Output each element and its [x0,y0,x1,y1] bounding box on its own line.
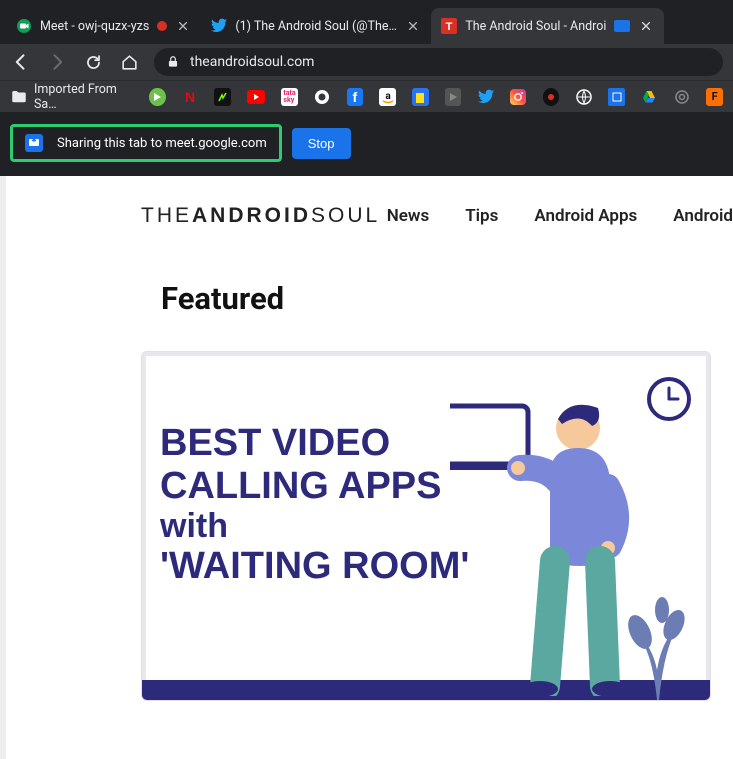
bookmark-drive-icon[interactable] [641,88,658,106]
close-icon[interactable] [175,18,191,34]
bookmark-icon-18[interactable]: F [706,88,723,106]
card-line: with [160,507,480,545]
bookmark-youtube-icon[interactable] [247,88,265,106]
share-notice-text: Sharing this tab to meet.google.com [57,136,267,151]
bookmark-icon-15[interactable] [608,88,625,106]
card-headline: BEST VIDEO CALLING APPS with 'WAITING RO… [160,422,480,588]
share-notice-box: Sharing this tab to meet.google.com [10,124,282,162]
home-button[interactable] [118,51,140,73]
reload-button[interactable] [82,51,104,73]
bookmark-icon-6[interactable] [314,88,331,106]
bookmark-folder-imported[interactable]: Imported From Sa… [10,82,133,112]
card-line: CALLING APPS [160,465,480,508]
site-header: THEANDROIDSOUL News Tips Android Apps An… [6,176,733,256]
forward-button[interactable] [46,51,68,73]
tab-title: (1) The Android Soul (@TheAn [235,19,397,34]
tab-androidsoul[interactable]: T The Android Soul - Androi [431,8,664,44]
bookmark-label: Imported From Sa… [34,82,133,112]
stop-sharing-button[interactable]: Stop [292,128,351,159]
url-text: theandroidsoul.com [190,54,314,70]
tab-strip: Meet - owj-quzx-yzs (1) The Android Soul… [0,0,733,44]
bookmark-icon-10[interactable] [445,88,462,106]
bookmark-twitter-icon[interactable] [477,88,494,106]
bookmark-tatasky-icon[interactable]: tatasky [281,88,298,106]
bookmark-netflix-icon[interactable]: N [182,88,199,106]
logo-part: SOUL [311,204,380,227]
nav-android[interactable]: Android [673,206,733,226]
featured-heading: Featured [161,280,733,317]
back-button[interactable] [10,51,32,73]
tab-title: Meet - owj-quzx-yzs [40,19,149,34]
meet-icon [16,18,32,34]
tab-meet[interactable]: Meet - owj-quzx-yzs [6,8,201,44]
card-line: 'WAITING ROOM' [160,545,480,588]
site-nav: News Tips Android Apps Android [387,206,733,226]
bookmark-instagram-icon[interactable] [510,88,527,106]
tab-title: The Android Soul - Androi [465,19,606,34]
browser-toolbar: theandroidsoul.com [0,44,733,80]
bookmark-icon-14[interactable] [575,88,592,106]
recording-indicator-icon [157,21,167,31]
folder-icon [10,88,28,106]
svg-text:a: a [385,91,391,102]
bookmark-icon-17[interactable] [674,88,691,106]
site-logo[interactable]: THEANDROIDSOUL [141,204,380,228]
tab-twitter[interactable]: (1) The Android Soul (@TheAn [201,8,431,44]
bookmark-icon-13[interactable] [543,88,560,106]
featured-section: Featured BEST VIDEO CALLING APPS with 'W… [6,256,733,701]
featured-card[interactable]: BEST VIDEO CALLING APPS with 'WAITING RO… [141,351,711,701]
nav-tips[interactable]: Tips [465,206,498,226]
bookmark-flipkart-icon[interactable] [412,88,429,106]
bookmark-icon-3[interactable] [214,88,231,106]
card-line: BEST VIDEO [160,422,480,465]
twitter-icon [211,18,227,34]
bookmark-icon-1[interactable] [149,88,166,106]
lock-icon [166,55,180,69]
person-illustration [450,386,650,696]
close-icon[interactable] [638,18,654,34]
logo-part: THE [141,204,192,227]
bookmarks-bar: Imported From Sa… N tatasky f a F [0,80,733,112]
screen-share-icon [25,134,43,152]
bookmark-facebook-icon[interactable]: f [347,88,364,106]
nav-news[interactable]: News [387,206,429,226]
page-content: THEANDROIDSOUL News Tips Android Apps An… [0,176,733,759]
clock-icon [646,376,692,422]
close-icon[interactable] [405,18,421,34]
logo-part: ANDROID [192,204,311,227]
nav-android-apps[interactable]: Android Apps [534,206,637,226]
svg-text:T: T [446,21,453,33]
address-bar[interactable]: theandroidsoul.com [154,48,723,76]
share-notice-bar: Sharing this tab to meet.google.com Stop [0,112,733,182]
androidsoul-icon: T [441,18,457,34]
screen-share-indicator-icon [614,20,630,32]
bookmark-amazon-icon[interactable]: a [379,88,396,106]
